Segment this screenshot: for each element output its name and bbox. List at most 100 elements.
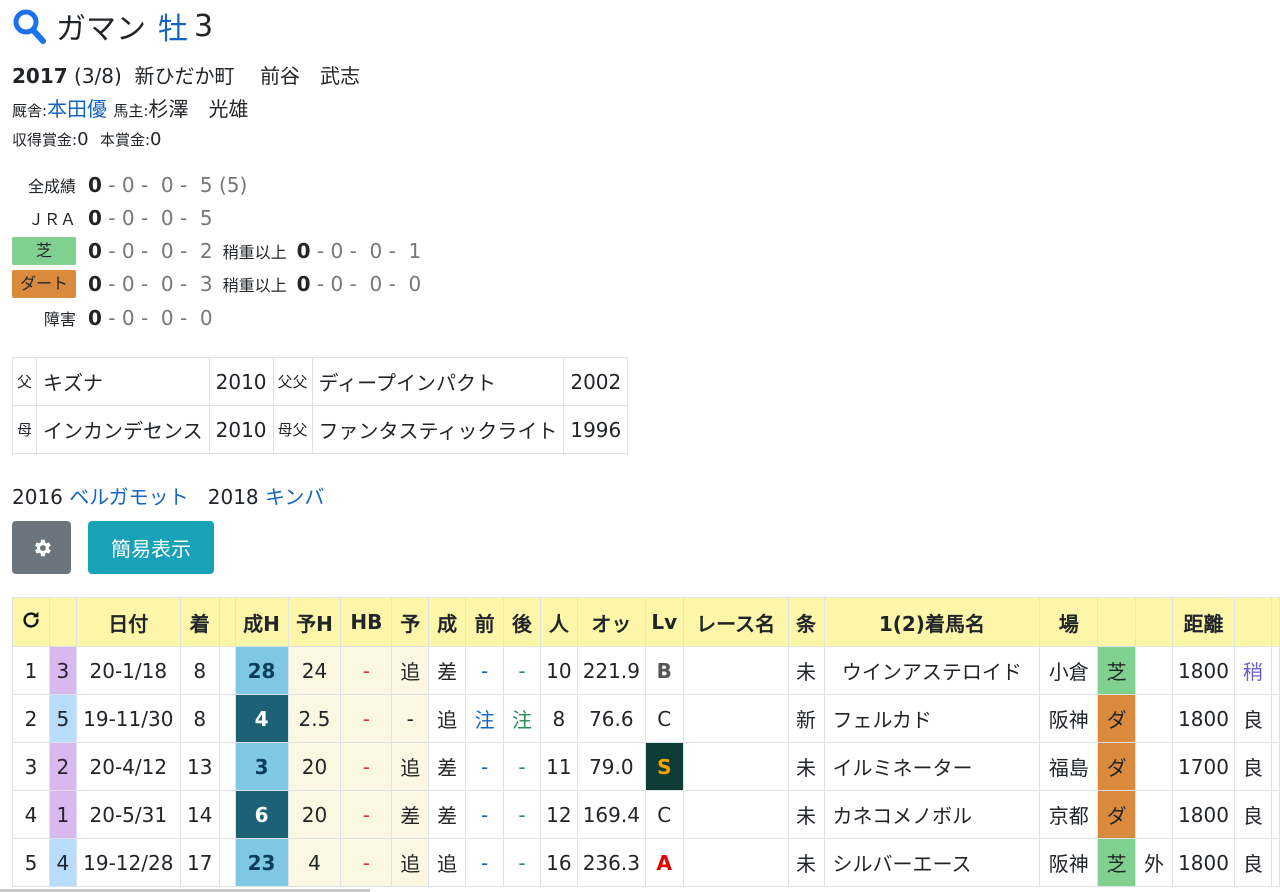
ato: - [503, 646, 541, 695]
race-date[interactable]: 19-12/28 [75, 838, 181, 887]
record-extra-label: 稍重以上 [222, 243, 287, 262]
yo: 追 [391, 646, 430, 695]
breeder: 前谷 武志 [259, 64, 360, 88]
race-name[interactable] [682, 790, 789, 839]
simple-view-button[interactable]: 簡易表示 [88, 521, 214, 574]
overflow-cell [1270, 790, 1280, 839]
col-header-lv[interactable]: Lv [644, 597, 684, 647]
col-header-class[interactable]: 条 [787, 597, 825, 647]
distance: 1800 [1172, 646, 1235, 695]
odds: 76.6 [576, 694, 646, 743]
prize-label: 本賞金: [99, 131, 151, 149]
waku: 5 [48, 694, 77, 743]
surface: 芝 [1097, 646, 1137, 695]
course: 福島 [1039, 742, 1099, 791]
col-header-yo[interactable]: 予 [391, 597, 430, 647]
table-row[interactable]: 5 4 19-12/28 17 23 4 - 追 追 - - 16 236.3 … [12, 838, 1280, 887]
horse-age: 3 [194, 8, 214, 44]
winner-name[interactable]: カネコメノボル [823, 790, 1041, 839]
sire-sire-name: ディープインパクト [311, 357, 565, 406]
course: 小倉 [1039, 646, 1099, 695]
sibling-link[interactable]: ベルガモット [69, 485, 188, 509]
owner-label: 馬主: [113, 102, 149, 120]
horse-sex[interactable]: 牡 [158, 4, 188, 48]
table-row[interactable]: 3 2 20-4/12 13 3 20 - 追 差 - - 11 79.0 S … [12, 742, 1280, 791]
race-name[interactable] [682, 742, 789, 791]
birth-info: 2017 (3/8) 新ひだか町 前谷 武志 [12, 60, 360, 89]
race-name[interactable] [682, 646, 789, 695]
col-header[interactable] [1097, 597, 1137, 647]
dam-name: インカンデセンス [36, 405, 210, 454]
col-header-distance[interactable]: 距離 [1172, 597, 1235, 647]
dam-label: 母 [11, 405, 38, 454]
winner-name[interactable]: ウインアステロイド [823, 646, 1041, 695]
mae: - [465, 790, 505, 839]
sibling-link[interactable]: キンバ [265, 485, 324, 509]
race-date[interactable]: 20-1/18 [75, 646, 181, 695]
yo: 追 [391, 838, 430, 887]
row-no: 3 [12, 742, 50, 791]
col-header[interactable] [48, 597, 77, 647]
record-extra: 0 - 0 - 1 [330, 239, 422, 263]
col-header-hb[interactable]: HB [340, 597, 393, 647]
refresh-header[interactable] [12, 597, 50, 647]
odds: 79.0 [576, 742, 646, 791]
col-header-seih[interactable]: 成H [234, 597, 289, 647]
race-date[interactable]: 20-5/31 [75, 790, 181, 839]
earnings-label: 収得賞金: [12, 131, 78, 149]
col-header[interactable] [1270, 597, 1280, 647]
col-header-finish[interactable]: 着 [179, 597, 220, 647]
race-table: 日付 着 成H 予H HB 予 成 前 後 人 オッ Lv レース名 条 1(2… [12, 597, 1280, 887]
col-header-yoh[interactable]: 予H [287, 597, 342, 647]
settings-button[interactable] [12, 521, 71, 574]
refresh-icon[interactable] [20, 609, 42, 631]
level: A [644, 838, 684, 887]
race-name[interactable] [682, 694, 789, 743]
mae: - [465, 742, 505, 791]
waku: 1 [48, 790, 77, 839]
col-header[interactable] [1233, 597, 1272, 647]
yoh: 4 [287, 838, 342, 887]
popularity: 11 [539, 742, 578, 791]
race-date[interactable]: 19-11/30 [75, 694, 181, 743]
winner-name[interactable]: フェルカド [823, 694, 1041, 743]
surface: ダ [1097, 694, 1137, 743]
prize-info: 収得賞金:0 本賞金:0 [12, 129, 161, 150]
table-row[interactable]: 4 1 20-5/31 14 6 20 - 差 差 - - 12 169.4 C… [12, 790, 1280, 839]
going: 良 [1233, 694, 1272, 743]
record-rest: 0 - 0 - 3 [121, 272, 213, 296]
surface: 芝 [1097, 838, 1137, 887]
col-header[interactable] [218, 597, 236, 647]
spacer [218, 694, 236, 743]
race-name[interactable] [682, 838, 789, 887]
trainer-link[interactable]: 本田優 [47, 97, 107, 121]
record-wins: 0 [88, 206, 102, 230]
seih: 3 [234, 742, 289, 791]
col-header-winner[interactable]: 1(2)着馬名 [823, 597, 1041, 647]
yoh: 2.5 [287, 694, 342, 743]
col-header-pop[interactable]: 人 [539, 597, 578, 647]
search-icon[interactable] [12, 8, 46, 44]
sei: 差 [428, 742, 467, 791]
race-date[interactable]: 20-4/12 [75, 742, 181, 791]
col-header-mae[interactable]: 前 [465, 597, 505, 647]
table-row[interactable]: 1 3 20-1/18 8 28 24 - 追 差 - - 10 221.9 B… [12, 646, 1280, 695]
col-header-date[interactable]: 日付 [75, 597, 181, 647]
yoh: 24 [287, 646, 342, 695]
table-row[interactable]: 2 5 19-11/30 8 4 2.5 - - 追 注 注 8 76.6 C … [12, 694, 1280, 743]
col-header-course[interactable]: 場 [1039, 597, 1099, 647]
col-header-sei[interactable]: 成 [428, 597, 467, 647]
dam-sire-name: ファンタスティックライト [311, 405, 565, 454]
birth-location: 新ひだか町 [134, 64, 235, 88]
col-header[interactable] [1135, 597, 1174, 647]
winner-name[interactable]: イルミネーター [823, 742, 1041, 791]
record-label: 全成績 [27, 177, 76, 196]
col-header-ato[interactable]: 後 [503, 597, 541, 647]
dam-sire-year: 1996 [563, 405, 629, 454]
col-header-odds[interactable]: オッ [576, 597, 646, 647]
trainer-label: 厩舎: [12, 102, 48, 120]
sibling-year: 2018 [207, 485, 259, 509]
ato: - [503, 838, 541, 887]
winner-name[interactable]: シルバーエース [823, 838, 1041, 887]
col-header-race[interactable]: レース名 [682, 597, 789, 647]
